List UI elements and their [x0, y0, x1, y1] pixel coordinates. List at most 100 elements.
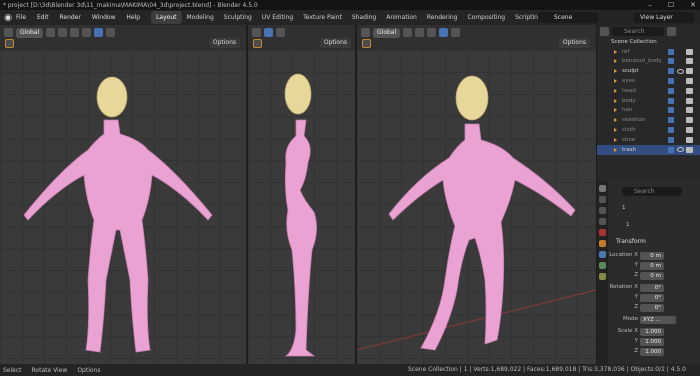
menu-window[interactable]: Window	[92, 14, 116, 21]
overlay-icon[interactable]	[427, 28, 437, 37]
proportional-icon[interactable]	[70, 28, 80, 37]
properties-search-input[interactable]: Search	[622, 187, 682, 196]
data-name-row[interactable]: 1	[626, 220, 630, 229]
outliner-type-icon[interactable]	[600, 26, 609, 36]
rotation-mode-select[interactable]: XYZ ...	[640, 316, 676, 324]
editor-type-icon[interactable]	[361, 28, 370, 37]
outliner-item[interactable]: head	[597, 86, 700, 96]
render-camera-icon[interactable]	[686, 48, 693, 55]
outliner-item[interactable]: blockout_body	[597, 57, 700, 67]
exclude-checkbox[interactable]	[668, 68, 674, 75]
render-camera-icon[interactable]	[686, 146, 693, 153]
exclude-checkbox[interactable]	[668, 97, 674, 104]
render-camera-icon[interactable]	[686, 97, 693, 104]
outliner-item[interactable]: eyes	[597, 76, 700, 86]
rotation-y-field[interactable]: 0°	[640, 294, 664, 302]
shading-solid-icon[interactable]	[94, 28, 104, 37]
snap-icon[interactable]	[415, 28, 425, 37]
location-y-field[interactable]: 0 m	[640, 262, 664, 270]
outliner-item[interactable]: skeleton	[597, 115, 700, 125]
tab-compositing[interactable]: Compositing	[462, 11, 510, 24]
outliner-item[interactable]: ref	[597, 47, 700, 57]
exclude-checkbox[interactable]	[668, 117, 674, 124]
exclude-checkbox[interactable]	[668, 58, 674, 65]
location-z-field[interactable]: 0 m	[640, 272, 664, 280]
modifiers-tab-icon[interactable]	[599, 251, 606, 258]
pivot-icon[interactable]	[403, 28, 413, 37]
minimize-icon[interactable]: –	[648, 1, 652, 9]
tab-rendering[interactable]: Rendering	[422, 11, 463, 24]
tool-tab-icon[interactable]	[599, 185, 606, 192]
outliner-search-input[interactable]: Search	[612, 26, 664, 36]
pivot-icon[interactable]	[46, 28, 56, 37]
close-icon[interactable]: ✕	[690, 1, 696, 9]
exclude-checkbox[interactable]	[668, 127, 674, 134]
visibility-eye-icon[interactable]	[677, 68, 684, 74]
tab-modeling[interactable]: Modeling	[182, 11, 219, 24]
render-camera-icon[interactable]	[686, 117, 693, 124]
scale-x-field[interactable]: 1.000	[640, 328, 664, 336]
scale-y-field[interactable]: 1.000	[640, 338, 664, 346]
render-camera-icon[interactable]	[686, 87, 693, 94]
exclude-checkbox[interactable]	[668, 78, 674, 85]
filter-icon[interactable]	[667, 26, 676, 36]
menu-edit[interactable]: Edit	[37, 14, 49, 21]
render-camera-icon[interactable]	[686, 58, 693, 65]
render-camera-icon[interactable]	[686, 127, 693, 134]
editor-type-icon[interactable]	[252, 28, 261, 37]
render-tab-icon[interactable]	[599, 196, 606, 203]
outliner-item[interactable]: trash	[597, 144, 700, 155]
outliner-item[interactable]: body	[597, 96, 700, 106]
orientation-select[interactable]: Global	[373, 27, 401, 38]
viewport-side[interactable]: Options	[248, 25, 355, 364]
exclude-checkbox[interactable]	[668, 107, 674, 114]
view-layer-selector[interactable]: View Layer	[634, 12, 694, 23]
outliner-item[interactable]: hair	[597, 106, 700, 116]
output-tab-icon[interactable]	[599, 207, 606, 214]
exclude-checkbox[interactable]	[668, 146, 674, 153]
options-button[interactable]: Options	[208, 38, 240, 48]
snap-icon[interactable]	[58, 28, 68, 37]
blender-logo-icon[interactable]: ◉	[0, 13, 16, 23]
outliner-item[interactable]: sculpt	[597, 66, 700, 76]
tab-sculpting[interactable]: Sculpting	[219, 11, 257, 24]
shading-solid-icon[interactable]	[264, 28, 273, 37]
options-button[interactable]: Options	[319, 38, 351, 48]
shading-material-icon[interactable]	[276, 28, 285, 37]
exclude-checkbox[interactable]	[668, 136, 674, 143]
scale-z-field[interactable]: 1.000	[640, 348, 664, 356]
exclude-checkbox[interactable]	[668, 87, 674, 94]
view-layer-tab-icon[interactable]	[599, 218, 606, 225]
render-camera-icon[interactable]	[686, 136, 693, 143]
scene-collection-row[interactable]: Scene Collection	[597, 37, 700, 47]
menu-help[interactable]: Help	[126, 14, 140, 21]
overlay-icon[interactable]	[82, 28, 92, 37]
tab-layout[interactable]: Layout	[151, 11, 182, 24]
outliner-item[interactable]: cloth	[597, 125, 700, 135]
data-tab-icon[interactable]	[599, 262, 606, 269]
shading-solid-icon[interactable]	[439, 28, 449, 37]
viewport-perspective[interactable]: Global Options	[357, 25, 596, 364]
rotation-x-field[interactable]: 0°	[640, 284, 664, 292]
object-name-row[interactable]: 1	[622, 203, 626, 212]
tab-animation[interactable]: Animation	[381, 11, 422, 24]
active-tool-icon[interactable]	[5, 39, 14, 48]
render-camera-icon[interactable]	[686, 68, 693, 75]
options-button[interactable]: Options	[558, 38, 590, 48]
location-x-field[interactable]: 0 m	[640, 252, 664, 260]
shading-material-icon[interactable]	[451, 28, 461, 37]
render-camera-icon[interactable]	[686, 78, 693, 85]
outliner-item[interactable]: shoe	[597, 135, 700, 145]
shading-material-icon[interactable]	[106, 28, 116, 37]
transform-panel-header[interactable]: Transform	[616, 237, 646, 246]
menu-file[interactable]: File	[16, 14, 26, 21]
material-tab-icon[interactable]	[599, 273, 606, 280]
active-tool-icon[interactable]	[362, 39, 371, 48]
active-tool-icon[interactable]	[253, 39, 262, 48]
scene-selector[interactable]: Scene	[538, 12, 598, 23]
rotation-z-field[interactable]: 0°	[640, 304, 664, 312]
tab-texture-paint[interactable]: Texture Paint	[298, 11, 347, 24]
render-camera-icon[interactable]	[686, 107, 693, 114]
tab-shading[interactable]: Shading	[347, 11, 381, 24]
exclude-checkbox[interactable]	[668, 48, 674, 55]
